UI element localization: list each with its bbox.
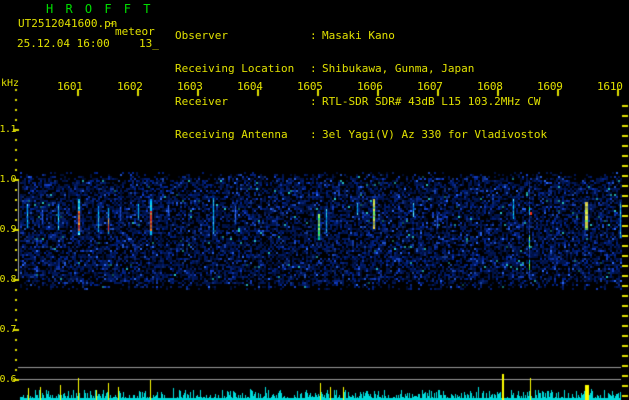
output-file-name: UT2512041600.pn [18,17,118,30]
x-tick-label: 1603 [177,80,203,93]
x-tick-label: 1606 [357,80,383,93]
info-colon: : [310,95,317,108]
info-label: Receiving Antenna [175,128,288,141]
info-row-location: Receiving Location : Shibukawa, Gunma, J… [175,63,474,74]
info-row-observer: Observer : Masaki Kano [175,30,395,41]
info-colon: : [310,128,317,141]
y-tick-label: 0.9 [0,224,17,235]
y-tick-label: 0.7 [0,324,17,335]
x-tick-label: 1610 [597,80,623,93]
info-colon: : [310,62,317,75]
x-tick-label: 1602 [117,80,143,93]
x-tick-label: 1607 [417,80,443,93]
seconds-counter: 13_ [139,37,159,50]
y-tick-label: 0.6 [0,374,17,385]
info-value: Shibukawa, Gunma, Japan [322,62,475,75]
info-colon: : [310,29,317,42]
spectrogram-canvas [0,0,629,400]
x-tick-label: 1605 [297,80,323,93]
hrofft-screen: H R O F F T UT2512041600.pn ~ meteor 25.… [0,0,629,400]
x-tick-label: 1604 [237,80,263,93]
y-tick-label: 1.1 [0,124,17,135]
frequency-unit-label: kHz [1,78,20,89]
app-title: H R O F F T [46,2,153,16]
datetime-label: 25.12.04 16:00 [17,37,110,50]
info-value: 3el Yagi(V) Az 330 for Vladivostok [322,128,548,141]
info-label: Receiver [175,95,228,108]
info-label: Observer [175,29,228,42]
x-tick-label: 1609 [537,80,563,93]
info-value: RTL-SDR SDR# 43dB L15 103.2MHz CW [322,95,541,108]
x-tick-label: 1608 [477,80,503,93]
info-label: Receiving Location [175,62,295,75]
info-value: Masaki Kano [322,29,395,42]
y-tick-label: 1.0 [0,174,17,185]
info-row-receiver: Receiver : RTL-SDR SDR# 43dB L15 103.2MH… [175,96,541,107]
mode-label: meteor [115,25,155,38]
info-row-antenna: Receiving Antenna : 3el Yagi(V) Az 330 f… [175,129,547,140]
x-tick-label: 1601 [57,80,83,93]
y-tick-label: 0.8 [0,274,17,285]
